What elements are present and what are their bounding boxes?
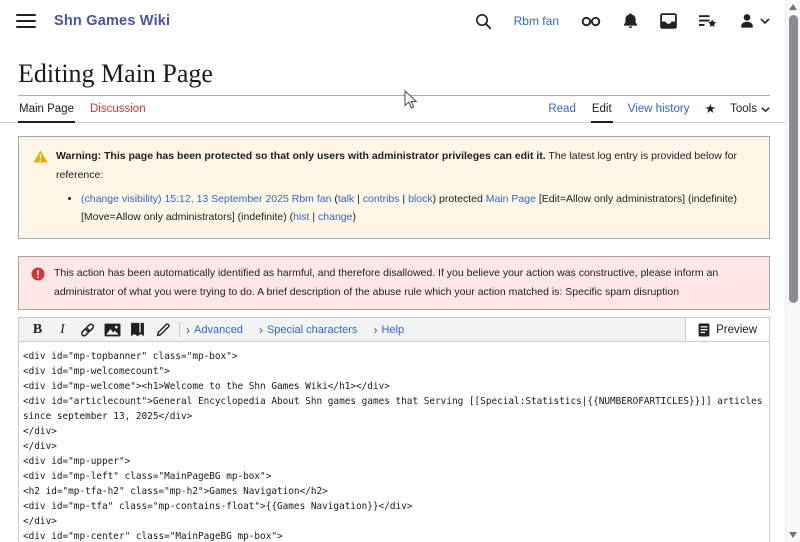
log-link[interactable]: hist <box>293 211 309 223</box>
log-link[interactable]: 15:12, 13 September 2025 <box>164 193 288 205</box>
section-chevron-icon: › <box>186 323 190 337</box>
help-section-toggle[interactable]: › Help <box>373 323 404 337</box>
watchlist-icon[interactable] <box>699 14 717 29</box>
wiki-wordmark[interactable]: Shn Games Wiki <box>54 13 170 29</box>
username-link[interactable]: Rbm fan <box>514 14 559 28</box>
chevron-down-icon <box>760 18 770 24</box>
scrollbar-thumb[interactable] <box>789 15 798 303</box>
log-link[interactable]: contribs <box>363 193 400 205</box>
warning-text-bold: Warning: This page has been protected so… <box>56 150 546 162</box>
help-label: Help <box>381 324 404 336</box>
log-text: | <box>309 211 318 223</box>
page-tabs: Main Page Discussion Read Edit View hist… <box>0 96 800 123</box>
tools-label: Tools <box>730 103 757 115</box>
log-text: | <box>354 193 363 205</box>
special-characters-label: Special characters <box>267 324 358 336</box>
image-icon[interactable] <box>100 319 125 341</box>
link-icon[interactable] <box>75 319 100 341</box>
advanced-label: Advanced <box>194 324 243 336</box>
special-characters-section-toggle[interactable]: › Special characters <box>259 323 358 337</box>
log-link[interactable]: (change visibility) <box>81 193 162 205</box>
tab-edit[interactable]: Edit <box>591 96 613 123</box>
log-link[interactable]: block <box>408 193 433 205</box>
wikieditor: B I ›Advanced ›Special characters ›Help … <box>18 317 770 542</box>
inbox-tray-icon[interactable] <box>660 13 677 29</box>
section-chevron-icon: › <box>373 323 377 337</box>
log-text: ) protected <box>433 193 486 205</box>
scroll-up-arrow-icon[interactable] <box>789 4 797 10</box>
tools-menu[interactable]: Tools <box>730 96 770 122</box>
hamburger-menu-icon[interactable] <box>16 13 36 29</box>
preview-button[interactable]: Preview <box>685 318 769 341</box>
section-chevron-icon: › <box>259 323 263 337</box>
protection-log: (change visibility) 15:12, 13 September … <box>81 190 753 226</box>
log-text: ) <box>352 211 356 223</box>
tab-read[interactable]: Read <box>547 96 577 123</box>
tab-discussion[interactable]: Discussion <box>89 96 147 123</box>
advanced-section-toggle[interactable]: › Advanced <box>186 323 243 337</box>
protection-log-entry: (change visibility) 15:12, 13 September … <box>81 190 753 226</box>
tab-view-history[interactable]: View history <box>627 96 691 123</box>
header-actions: Rbm fan <box>475 13 770 30</box>
abusefilter-error-text: This action has been automatically ident… <box>54 264 755 302</box>
watch-star-icon[interactable]: ★ <box>704 96 716 122</box>
user-menu[interactable] <box>739 13 770 29</box>
search-icon[interactable] <box>475 13 492 30</box>
log-link[interactable]: talk <box>338 193 354 205</box>
preview-label: Preview <box>716 324 757 336</box>
edit-toolbar: B I ›Advanced ›Special characters ›Help … <box>19 318 769 342</box>
log-text: | <box>400 193 409 205</box>
toolbar-separator <box>179 322 180 337</box>
wikitext-editor[interactable]: <div id="mp-topbanner" class="mp-box"> <… <box>19 342 769 542</box>
page-title: Editing Main Page <box>18 58 770 96</box>
log-link[interactable]: change <box>318 211 352 223</box>
abusefilter-error-box: This action has been automatically ident… <box>18 256 770 310</box>
window-scrollbar[interactable] <box>785 0 800 542</box>
tools-chevron-icon <box>761 107 770 112</box>
log-link[interactable]: Rbm fan <box>292 193 332 205</box>
italic-button[interactable]: I <box>50 319 75 341</box>
view-tabs: Read Edit View history ★ Tools <box>547 96 770 122</box>
browser-viewport: Shn Games Wiki Rbm fan <box>0 0 800 542</box>
warning-text: Warning: This page has been protected so… <box>56 147 753 185</box>
bell-icon[interactable] <box>623 13 638 29</box>
tab-main-page[interactable]: Main Page <box>18 96 75 123</box>
warning-triangle-icon <box>33 150 48 185</box>
namespace-tabs: Main Page Discussion <box>18 96 147 122</box>
protection-warning-box: Warning: This page has been protected so… <box>18 136 770 239</box>
preview-page-icon <box>698 323 710 337</box>
scroll-down-arrow-icon[interactable] <box>789 532 797 538</box>
bold-button[interactable]: B <box>25 319 50 341</box>
error-circle-icon <box>31 267 45 302</box>
infinity-icon[interactable] <box>581 14 601 29</box>
user-avatar-icon <box>739 13 755 29</box>
log-link[interactable]: Main Page <box>486 193 536 205</box>
site-header: Shn Games Wiki Rbm fan <box>0 0 800 42</box>
reference-book-icon[interactable] <box>125 319 150 341</box>
signature-pencil-icon[interactable] <box>150 319 175 341</box>
